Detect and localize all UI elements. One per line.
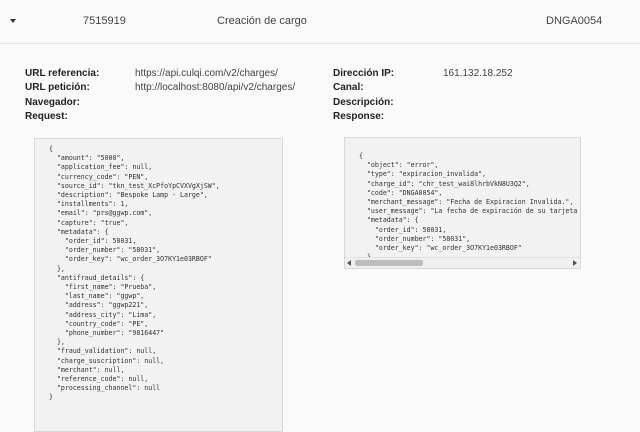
- scroll-right-arrow-icon[interactable]: [573, 260, 577, 266]
- scrollbar-thumb[interactable]: [355, 260, 423, 266]
- log-code: DNGA0054: [546, 15, 603, 27]
- response-horizontal-scrollbar[interactable]: [345, 257, 580, 268]
- url-referencia-label: URL referencia:: [25, 68, 100, 79]
- log-type: Creación de cargo: [217, 15, 307, 27]
- url-peticion-label: URL petición:: [25, 82, 90, 93]
- collapse-caret-icon[interactable]: [10, 19, 16, 23]
- request-json-text: { "amount": "5000", "application_fee": n…: [49, 145, 220, 402]
- log-id: 7515919: [83, 15, 126, 27]
- response-label: Response:: [333, 111, 385, 122]
- response-code-block[interactable]: { "object": "error", "type": "expiracion…: [344, 137, 581, 269]
- canal-label: Canal:: [333, 82, 364, 93]
- scroll-left-arrow-icon[interactable]: [347, 260, 351, 266]
- response-json-text: { "object": "error", "type": "expiracion…: [359, 152, 578, 268]
- request-code-block[interactable]: { "amount": "5000", "application_fee": n…: [34, 138, 283, 432]
- direccion-ip-label: Dirección IP:: [333, 68, 395, 79]
- descripcion-label: Descripción:: [333, 97, 394, 108]
- direccion-ip-value: 161.132.18.252: [443, 68, 513, 79]
- navegador-label: Navegador:: [25, 97, 81, 108]
- log-detail-panel: URL referencia: https://api.culqi.com/v2…: [0, 44, 640, 432]
- log-row-header[interactable]: 7515919 Creación de cargo DNGA0054: [0, 0, 640, 44]
- url-peticion-value: http://localhost:8080/api/v2/charges/: [135, 82, 296, 93]
- request-label: Request:: [25, 111, 68, 122]
- url-referencia-value: https://api.culqi.com/v2/charges/: [135, 68, 278, 79]
